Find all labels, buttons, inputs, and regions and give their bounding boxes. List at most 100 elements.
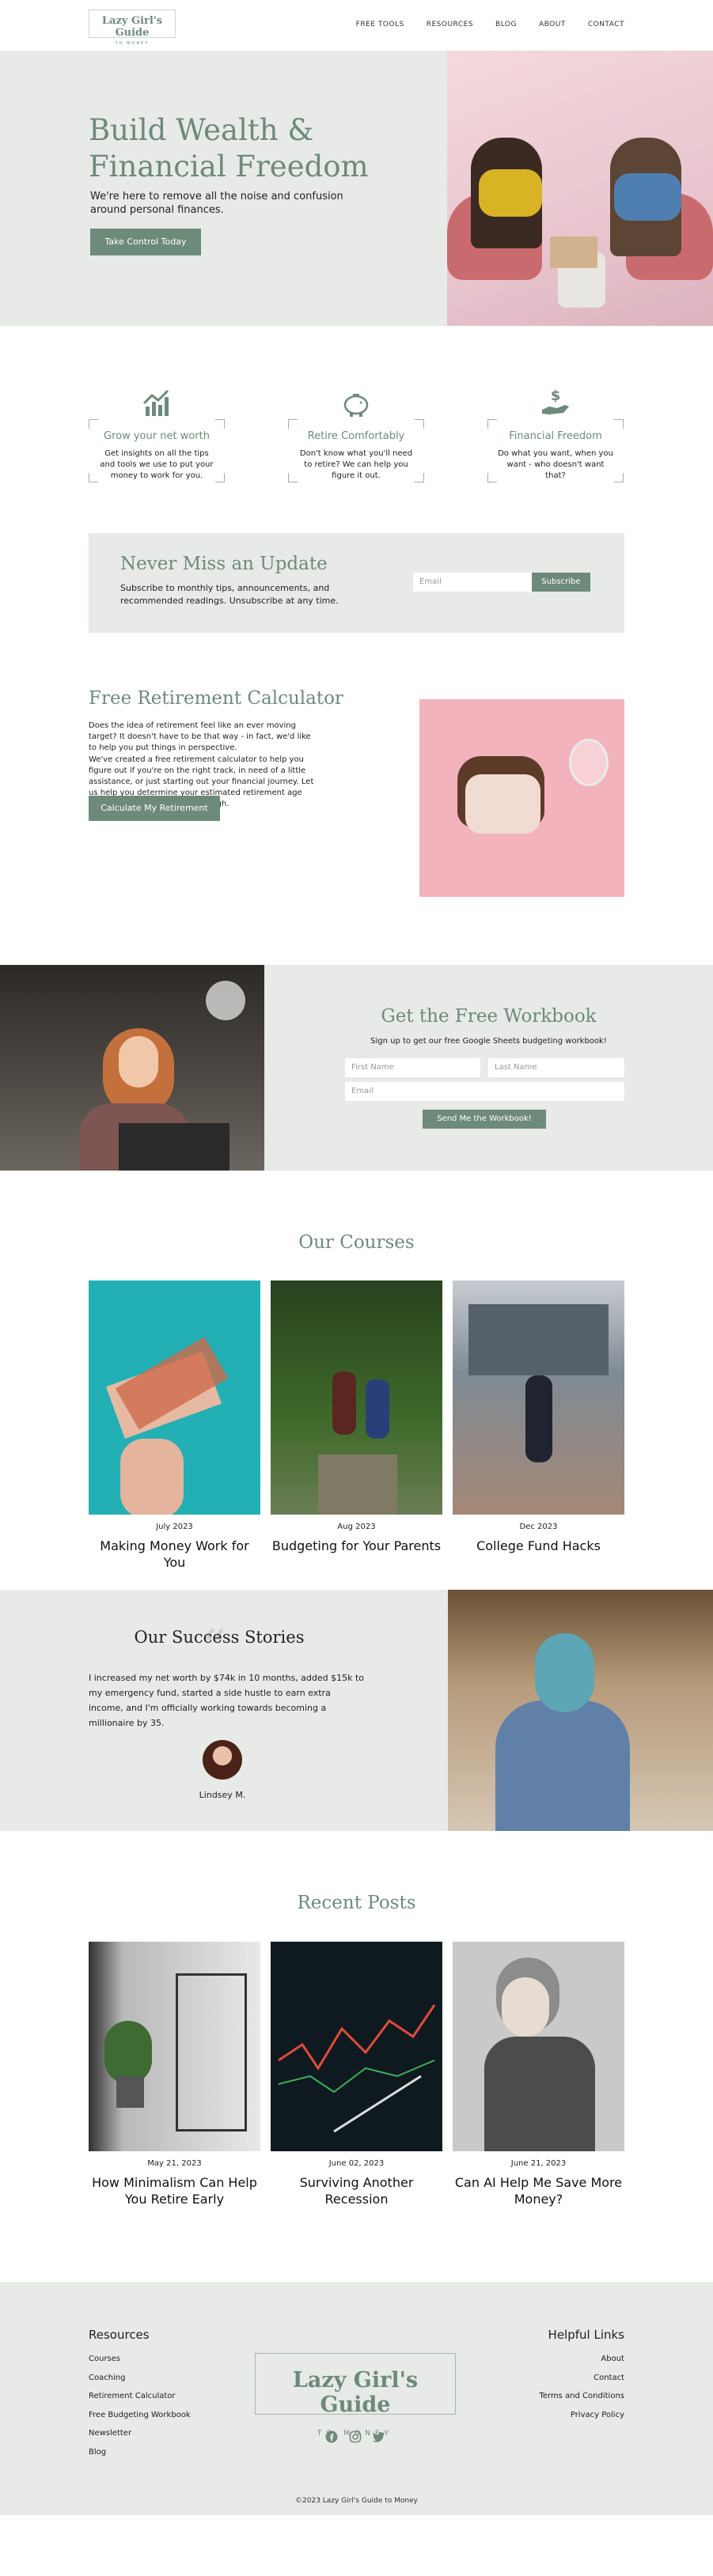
feature-card: $ Financial Freedom Do what you want, wh…: [487, 388, 624, 482]
post-title: Surviving Another Recession: [299, 2175, 414, 2207]
chart-growth-icon: [142, 389, 169, 416]
last-name-input[interactable]: Last Name: [488, 1058, 624, 1077]
post-image: [453, 1942, 624, 2151]
nav-free-tools[interactable]: FREE TOOLS: [356, 21, 404, 28]
post-date: June 21, 2023: [510, 2159, 567, 2168]
stock-chart-icon: [278, 2004, 436, 2133]
footer-link-contact[interactable]: Contact: [539, 2374, 624, 2393]
feature-card: Retire Comfortably Don't know what you'l…: [288, 388, 424, 482]
copyright-text: ©2023 Lazy Girl's Guide to Money: [295, 2497, 418, 2505]
calculator-title: Free Retirement Calculator: [89, 688, 343, 709]
recent-posts-section: Recent Posts May 21, 2023 How Minimalism…: [0, 1831, 713, 2282]
course-card[interactable]: July 2023 Making Money Work for You: [89, 1280, 260, 1571]
courses-title: Our Courses: [298, 1232, 415, 1253]
course-title: College Fund Hacks: [476, 1538, 601, 1553]
instagram-icon[interactable]: [349, 2430, 362, 2443]
post-card[interactable]: May 21, 2023 How Minimalism Can Help You…: [89, 1942, 260, 2207]
resources-title: Resources: [89, 2328, 150, 2342]
take-control-button[interactable]: Take Control Today: [90, 229, 201, 255]
workbook-section: Get the Free Workbook Sign up to get our…: [0, 965, 713, 1171]
workbook-title: Get the Free Workbook: [381, 1006, 597, 1027]
nav-resources[interactable]: RESOURCES: [427, 21, 473, 28]
course-date: Aug 2023: [337, 1523, 376, 1531]
course-title: Making Money Work for You: [100, 1538, 249, 1570]
wallet-image: [419, 699, 624, 897]
footer-link-terms[interactable]: Terms and Conditions: [539, 2392, 624, 2411]
site-logo[interactable]: Lazy Girl's Guide TO MONEY: [89, 9, 176, 46]
posts-title: Recent Posts: [297, 1893, 416, 1913]
calculator-section: Free Retirement Calculator Does the idea…: [0, 633, 713, 965]
subscribe-button[interactable]: Subscribe: [532, 573, 590, 592]
speaker-image: [448, 1590, 713, 1831]
stories-title: Our Success Stories: [134, 1628, 305, 1647]
footer-link-coaching[interactable]: Coaching: [89, 2374, 191, 2393]
footer-link-blog[interactable]: Blog: [89, 2448, 191, 2467]
post-title: Can AI Help Me Save More Money?: [454, 2175, 623, 2207]
post-date: June 02, 2023: [328, 2159, 385, 2168]
footer-link-newsletter[interactable]: Newsletter: [89, 2429, 191, 2448]
newsletter-text: Subscribe to monthly tips, announcements…: [120, 583, 339, 606]
course-date: July 2023: [156, 1523, 193, 1531]
hero-text: We're here to remove all the noise and c…: [90, 191, 343, 216]
post-image: [89, 1942, 260, 2151]
courses-section: Our Courses July 2023 Making Money Work …: [0, 1171, 713, 1590]
footer-logo-title: Lazy Girl's Guide: [292, 2368, 419, 2417]
footer-link-budgeting-workbook[interactable]: Free Budgeting Workbook: [89, 2411, 191, 2430]
piggy-bank-icon: [343, 394, 369, 417]
svg-text:$: $: [551, 388, 561, 404]
twitter-icon[interactable]: [372, 2430, 385, 2443]
first-name-input[interactable]: First Name: [345, 1058, 480, 1077]
feature-title: Financial Freedom: [509, 430, 602, 442]
avatar: [203, 1740, 242, 1780]
feature-title: Retire Comfortably: [307, 430, 405, 442]
logo-subtitle: TO MONEY: [115, 41, 150, 46]
newsletter-section: Never Miss an Update Subscribe to monthl…: [89, 533, 624, 633]
testimonial-author: Lindsey M.: [199, 1790, 246, 1800]
newsletter-title: Never Miss an Update: [120, 554, 328, 574]
calculator-text: Does the idea of retirement feel like an…: [89, 721, 311, 752]
footer-link-about[interactable]: About: [539, 2355, 624, 2374]
post-image: [271, 1942, 442, 2151]
nav-blog[interactable]: BLOG: [495, 21, 517, 28]
post-date: May 21, 2023: [147, 2159, 202, 2168]
nav-contact[interactable]: CONTACT: [588, 21, 624, 28]
site-header: Lazy Girl's Guide TO MONEY FREE TOOLS RE…: [0, 0, 713, 51]
features-section: Grow your net worth Get insights on all …: [0, 326, 713, 533]
site-footer: Resources Courses Coaching Retirement Ca…: [0, 2282, 713, 2515]
nav-about[interactable]: ABOUT: [539, 21, 566, 28]
social-links: [325, 2430, 385, 2443]
footer-link-privacy[interactable]: Privacy Policy: [539, 2411, 624, 2430]
course-card[interactable]: Dec 2023 College Fund Hacks: [453, 1280, 624, 1554]
main-nav: FREE TOOLS RESOURCES BLOG ABOUT CONTACT: [356, 21, 624, 28]
footer-link-courses[interactable]: Courses: [89, 2355, 191, 2374]
feature-title: Grow your net worth: [104, 430, 210, 442]
logo-title: Lazy Girl's Guide: [101, 15, 163, 39]
workbook-email-input[interactable]: Email: [345, 1082, 624, 1101]
hero-section: Build Wealth & Financial Freedom We're h…: [0, 51, 713, 326]
workbook-image: [0, 965, 264, 1171]
send-workbook-button[interactable]: Send Me the Workbook!: [423, 1110, 546, 1129]
footer-logo[interactable]: Lazy Girl's Guide TO MONEY: [255, 2353, 456, 2438]
workbook-subtitle: Sign up to get our free Google Sheets bu…: [370, 1037, 607, 1046]
resources-links: Courses Coaching Retirement Calculator F…: [89, 2355, 191, 2466]
success-stories-section: “ Our Success Stories I increased my net…: [0, 1590, 713, 1831]
feature-text: Get insights on all the tips and tools w…: [100, 449, 214, 480]
course-image: [89, 1280, 260, 1515]
course-image: [271, 1280, 442, 1515]
calculate-retirement-button[interactable]: Calculate My Retirement: [89, 796, 220, 821]
newsletter-email-input[interactable]: Email: [413, 573, 532, 592]
footer-link-retirement-calculator[interactable]: Retirement Calculator: [89, 2392, 191, 2411]
course-date: Dec 2023: [519, 1523, 558, 1531]
hero-title: Build Wealth & Financial Freedom: [89, 113, 369, 183]
helpful-links-title: Helpful Links: [548, 2328, 624, 2342]
helpful-links: About Contact Terms and Conditions Priva…: [539, 2355, 624, 2429]
feature-text: Don't know what you'll need to retire? W…: [299, 449, 413, 480]
post-card[interactable]: June 21, 2023 Can AI Help Me Save More M…: [453, 1942, 624, 2207]
post-title: How Minimalism Can Help You Retire Early: [92, 2175, 257, 2207]
testimonial-text: I increased my net worth by $74k in 10 m…: [89, 1673, 365, 1728]
post-card[interactable]: June 02, 2023 Surviving Another Recessio…: [271, 1942, 442, 2207]
facebook-icon[interactable]: [325, 2430, 338, 2443]
feature-card: Grow your net worth Get insights on all …: [89, 388, 225, 482]
feature-text: Do what you want, when you want - who do…: [498, 449, 613, 480]
course-card[interactable]: Aug 2023 Budgeting for Your Parents: [271, 1280, 442, 1554]
